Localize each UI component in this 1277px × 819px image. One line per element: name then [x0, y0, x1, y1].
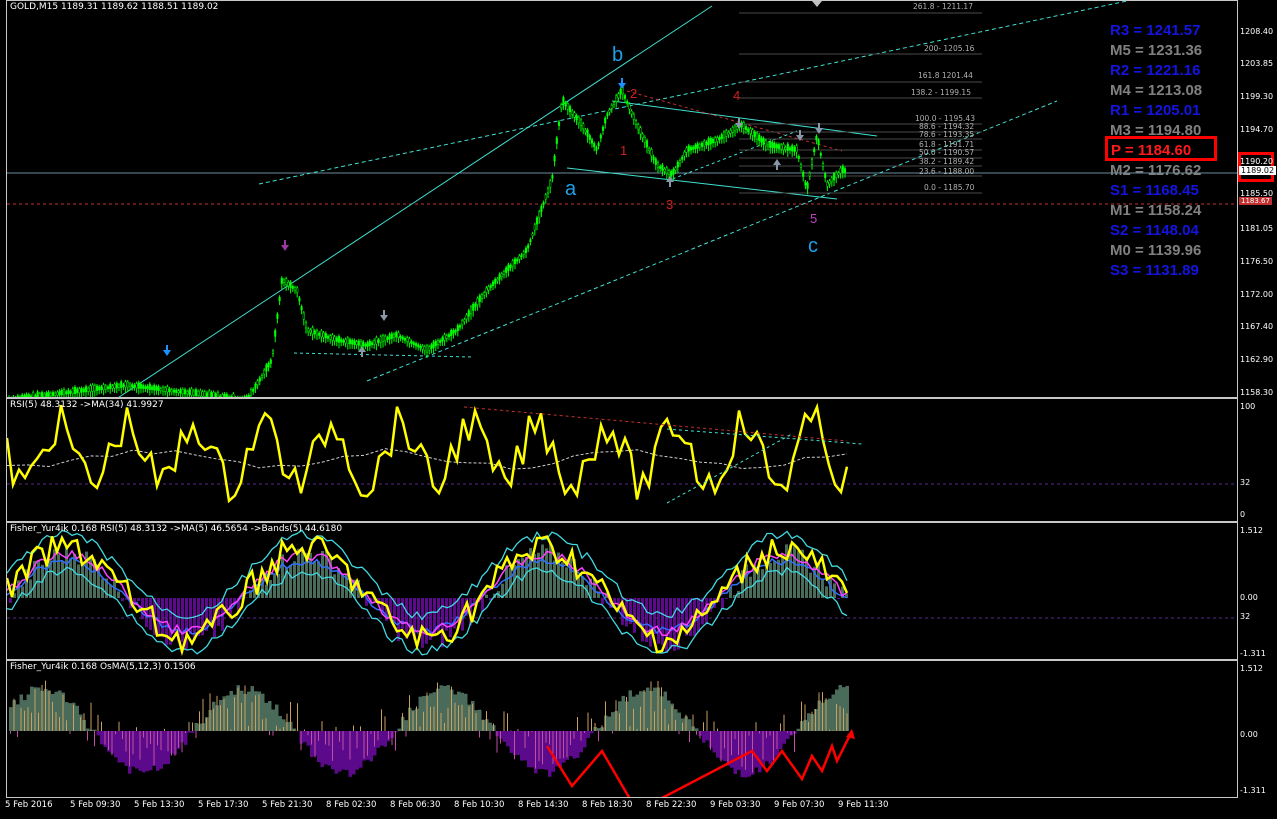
osma-pane[interactable]: Fisher_Yur4ik 0.168 OsMA(5,12,3) 0.1506: [6, 660, 1238, 798]
pivot-s1: S1 = 1168.45: [1110, 182, 1199, 199]
wave-label-b: b: [612, 44, 624, 66]
main-chart-title: GOLD,M15 1189.31 1189.62 1188.51 1189.02: [10, 2, 219, 12]
price-tick: 1181.05: [1240, 224, 1274, 233]
time-label: 9 Feb 03:30: [710, 800, 761, 810]
pivot-m1: M1 = 1158.24: [1110, 202, 1202, 219]
fib-label: 78.6 - 1193.35: [919, 130, 975, 139]
signal-arrows: [163, 78, 823, 357]
red-level-label: 1183.67: [1239, 197, 1272, 205]
pivot-r3: R3 = 1241.57: [1110, 22, 1201, 39]
wave-label-c: c: [808, 235, 818, 257]
osma-canvas: [9, 680, 855, 797]
rsi-canvas: [7, 402, 1237, 504]
wave-label-1: 1: [620, 143, 628, 158]
fisher-tick: 0.00: [1240, 593, 1258, 602]
time-label: 5 Feb 2016: [5, 800, 53, 810]
rsi-title: RSI(5) 48.3132 ->MA(34) 41.9927: [10, 400, 164, 410]
osma-title: Fisher_Yur4ik 0.168 OsMA(5,12,3) 0.1506: [10, 662, 196, 672]
fib-label: 138.2 - 1199.15: [911, 88, 971, 97]
fisher-canvas: [7, 529, 1237, 657]
rsi-pane[interactable]: RSI(5) 48.3132 ->MA(34) 41.9927: [6, 398, 1238, 522]
pivot-m2: M2 = 1176.62: [1110, 162, 1202, 179]
pivot-highlight-box: [1105, 136, 1217, 161]
time-label: 8 Feb 10:30: [454, 800, 505, 810]
time-label: 9 Feb 11:30: [838, 800, 889, 810]
time-label: 8 Feb 22:30: [646, 800, 697, 810]
fib-label: 23.6 - 1188.00: [919, 167, 975, 176]
price-tick: 1199.30: [1240, 92, 1274, 101]
wave-label-4: 4: [733, 88, 741, 103]
fisher-tick: 32: [1240, 612, 1251, 621]
price-tick: 1172.00: [1240, 290, 1274, 299]
current-price-label: 1189.02: [1239, 166, 1277, 175]
time-label: 5 Feb 13:30: [134, 800, 185, 810]
time-label: 5 Feb 09:30: [70, 800, 121, 810]
fisher-pane[interactable]: Fisher_Yur4ik 0.168 RSI(5) 48.3132 ->MA(…: [6, 522, 1238, 660]
pivot-r1: R1 = 1205.01: [1110, 102, 1201, 119]
pivot-m5: M5 = 1231.36: [1110, 42, 1203, 59]
price-tick: 1208.40: [1240, 27, 1274, 36]
wave-label-2: 2: [630, 86, 638, 101]
fib-label: 161.8 1201.44: [918, 71, 973, 80]
fisher-tick: 1.512: [1240, 526, 1263, 535]
price-tick: 1190.20: [1240, 157, 1274, 166]
wave-label-a: a: [565, 178, 577, 200]
price-tick: 1203.85: [1240, 59, 1274, 68]
wave-label-3: 3: [666, 197, 674, 212]
candlesticks: [8, 85, 847, 397]
time-label: 8 Feb 18:30: [582, 800, 633, 810]
channel-top-line: [611, 100, 878, 137]
time-label: 8 Feb 14:30: [518, 800, 569, 810]
osma-tick: 0.00: [1240, 730, 1258, 739]
rsi-tick: 0: [1240, 510, 1246, 519]
time-label: 8 Feb 02:30: [326, 800, 377, 810]
fibonacci-levels: [739, 12, 982, 194]
price-tick: 1162.90: [1240, 355, 1274, 364]
price-tick: 1167.40: [1240, 322, 1274, 331]
upper-dashed-trendline: [258, 1, 1128, 185]
rsi-tick: 100: [1240, 402, 1256, 411]
time-label: 8 Feb 06:30: [390, 800, 441, 810]
fib-label: 261.8 - 1211.17: [913, 2, 973, 11]
upper-trendline: [118, 5, 713, 397]
top-marker: [812, 1, 822, 7]
pivot-r2: R2 = 1221.16: [1110, 62, 1201, 79]
fisher-tick: -1.311: [1240, 649, 1266, 658]
time-label: 5 Feb 17:30: [198, 800, 249, 810]
pivot-s2: S2 = 1148.04: [1110, 222, 1199, 239]
pivot-m4: M4 = 1213.08: [1110, 82, 1203, 99]
support-dashed: [293, 352, 473, 358]
fisher-title: Fisher_Yur4ik 0.168 RSI(5) 48.3132 ->MA(…: [10, 524, 343, 534]
fib-label: 200- 1205.16: [924, 44, 975, 53]
fib-label: 38.2 - 1189.42: [919, 157, 975, 166]
price-tick: 1158.30: [1240, 388, 1274, 397]
fib-label: 50.0 - 1190.57: [919, 148, 975, 157]
fib-label: 0.0 - 1185.70: [924, 183, 975, 192]
time-label: 9 Feb 07:30: [774, 800, 825, 810]
red-annotation-arrow: [545, 730, 854, 797]
rsi-tick: 32: [1240, 478, 1251, 487]
pivot-s3: S3 = 1131.89: [1110, 262, 1199, 279]
osma-tick: -1.311: [1240, 786, 1266, 795]
osma-tick: 1.512: [1240, 664, 1263, 673]
pivot-m0: M0 = 1139.96: [1110, 242, 1202, 259]
price-tick: 1176.50: [1240, 257, 1274, 266]
price-tick: 1194.70: [1240, 125, 1274, 134]
time-label: 5 Feb 21:30: [262, 800, 313, 810]
wave-label-5: 5: [810, 211, 818, 226]
